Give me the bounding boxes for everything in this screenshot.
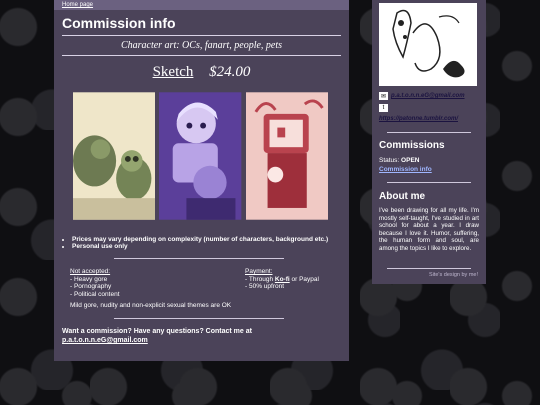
payment-text: or Paypal <box>289 275 319 283</box>
tier-price: $24.00 <box>209 64 251 80</box>
content-note: Mild gore, nudity and non-explicit sexua… <box>70 302 232 309</box>
divider <box>62 35 341 36</box>
status-label: Status: <box>379 157 402 164</box>
contact-email-link[interactable]: p.a.t.o.n.n.eG@gmail.com <box>62 336 252 345</box>
about-heading: About me <box>379 191 426 202</box>
pricing-note: Prices may vary depending on complexity … <box>72 236 347 243</box>
tumblr-link[interactable]: https://patonne.tumblr.com/ <box>379 116 458 122</box>
payment-heading: Payment: <box>245 268 273 275</box>
payment-text: - Through <box>245 275 275 283</box>
main-panel: Home page Commission info Character art:… <box>54 0 349 361</box>
divider <box>387 268 471 269</box>
sidebar: ✉ p.a.t.o.n.n.eG@gmail.com t https://pat… <box>372 0 486 284</box>
envelope-icon: ✉ <box>379 92 388 100</box>
contact-prompt: Want a commission? Have any questions? C… <box>62 328 252 335</box>
sample-image-tv-head[interactable] <box>245 91 328 221</box>
about-text: I've been drawing for all my life. I'm m… <box>379 207 479 252</box>
price-row: Sketch $24.00 <box>54 64 349 81</box>
page-subtitle: Character art: OCs, fanart, people, pets <box>120 40 283 51</box>
sidebar-email-link[interactable]: p.a.t.o.n.n.eG@gmail.com <box>391 93 465 99</box>
tier-name: Sketch <box>152 64 194 80</box>
sample-image-anime-girls[interactable] <box>159 91 242 221</box>
pricing-note: Personal use only <box>72 243 347 250</box>
breadcrumb: Home page <box>54 0 349 10</box>
sidebar-tumblr-row: t <box>379 104 388 112</box>
commission-info-link[interactable]: Commission info <box>379 166 432 174</box>
not-accepted-heading: Not accepted: <box>70 268 111 275</box>
sidebar-email-row: ✉ p.a.t.o.n.n.eG@gmail.com <box>379 92 465 100</box>
payment-list: Payment: - Through Ko-fi or Paypal - 50%… <box>245 268 319 291</box>
divider <box>387 182 471 183</box>
status-value: OPEN <box>401 157 420 164</box>
not-accepted-item: - Political content <box>70 290 120 298</box>
tumblr-icon[interactable]: t <box>379 104 388 112</box>
avatar-drawing <box>379 3 477 86</box>
divider <box>114 258 284 259</box>
divider <box>114 318 284 319</box>
pricing-notes: Prices may vary depending on complexity … <box>62 236 347 250</box>
not-accepted-item: - Heavy gore <box>70 275 108 283</box>
kofi-link[interactable]: Ko-fi <box>275 276 290 283</box>
divider <box>387 132 471 133</box>
not-accepted-list: Not accepted: - Heavy gore - Pornography… <box>70 268 120 298</box>
sample-image-creatures[interactable] <box>73 91 156 221</box>
sample-gallery <box>73 91 328 221</box>
sidebar-tumblr-url-row: https://patonne.tumblr.com/ <box>379 116 458 122</box>
payment-item: - Through Ko-fi or Paypal <box>245 276 319 284</box>
avatar <box>379 3 477 86</box>
payment-item: - 50% upfront <box>245 283 285 290</box>
commissions-heading: Commissions <box>379 140 445 151</box>
not-accepted-item: - Pornography <box>70 283 112 290</box>
site-credit: Site's design by me! <box>428 272 478 278</box>
home-page-link[interactable]: Home page <box>62 2 93 8</box>
contact-section: Want a commission? Have any questions? C… <box>62 327 252 345</box>
commission-status: Status: OPEN <box>379 157 419 165</box>
divider <box>62 55 341 56</box>
page-title: Commission info <box>62 15 176 31</box>
